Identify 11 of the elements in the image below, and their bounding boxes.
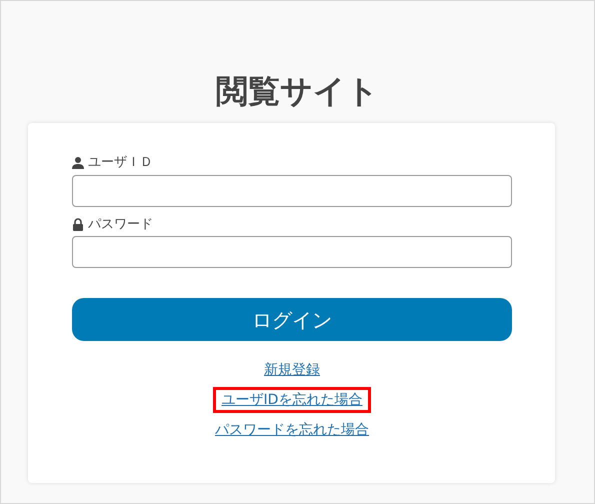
user-id-field[interactable] bbox=[72, 174, 512, 206]
user-icon bbox=[72, 156, 84, 170]
login-button[interactable]: ログイン bbox=[72, 298, 512, 341]
site-title: 閲覧サイト bbox=[215, 71, 380, 112]
password-field[interactable] bbox=[72, 236, 512, 268]
lock-icon bbox=[72, 218, 84, 231]
link[interactable]: パスワードを忘れた場合 bbox=[206, 417, 378, 443]
link[interactable]: ユーザIDを忘れた場合 bbox=[212, 387, 372, 413]
field-label: ユーザＩＤ bbox=[88, 154, 153, 172]
field-label: パスワード bbox=[88, 216, 153, 234]
link[interactable]: 新規登録 bbox=[255, 357, 329, 383]
